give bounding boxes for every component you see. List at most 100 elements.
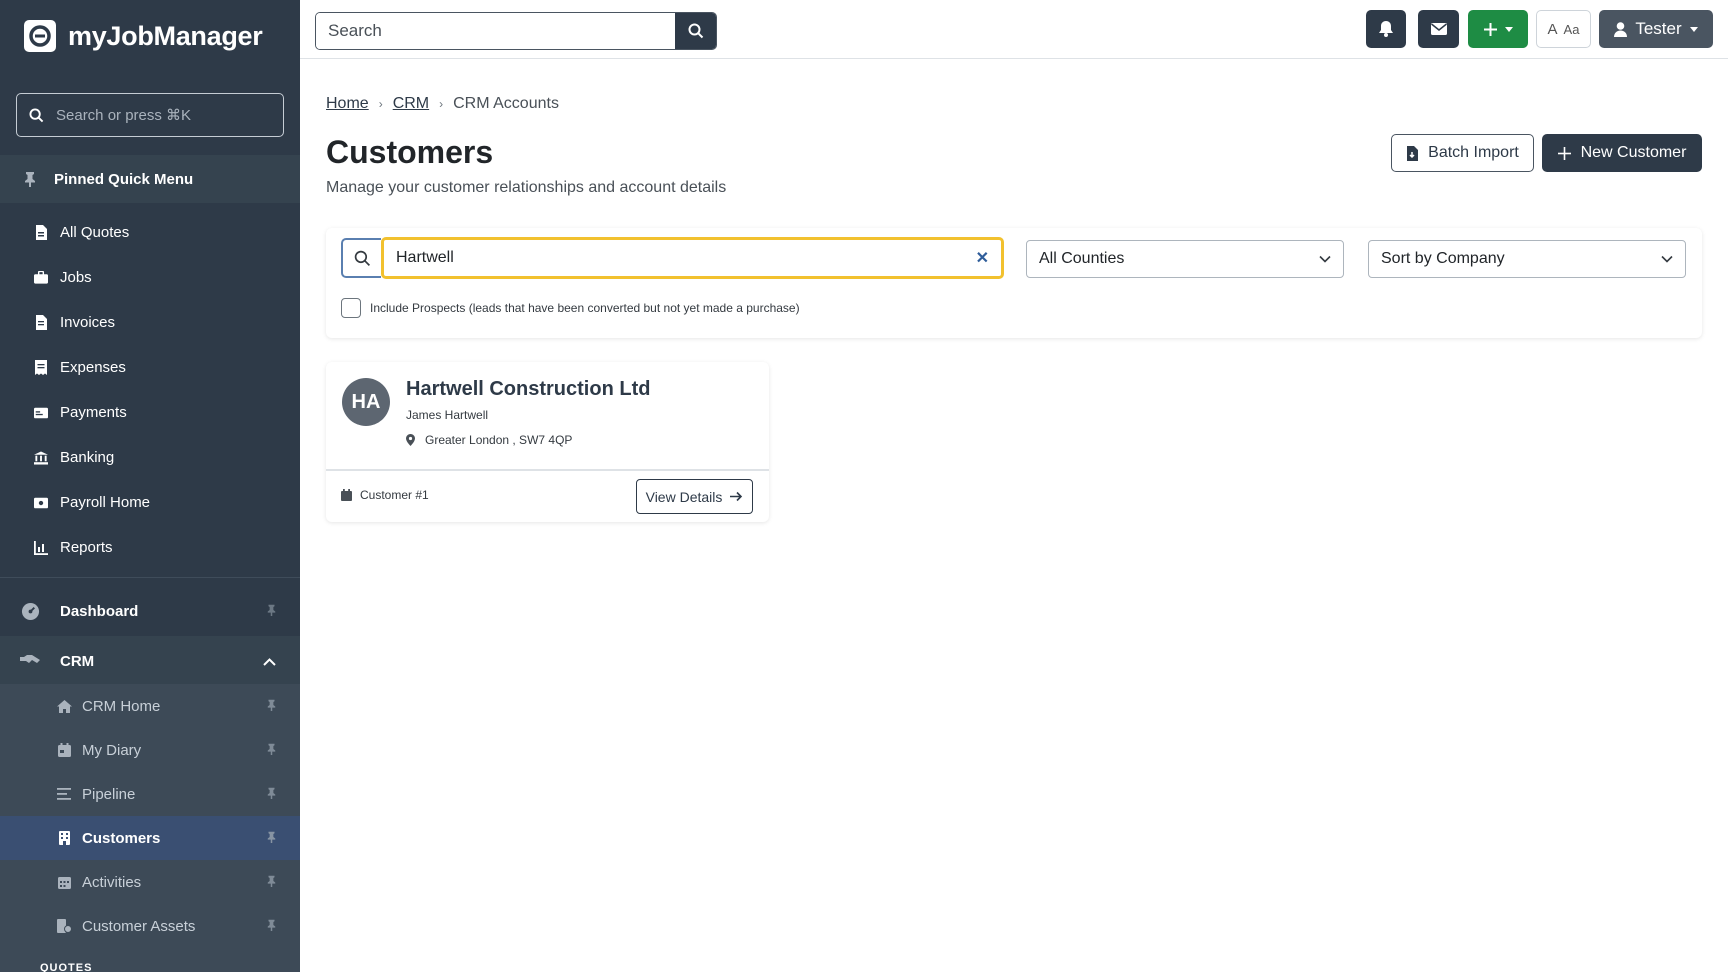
- batch-import-button[interactable]: Batch Import: [1391, 134, 1534, 172]
- nav-dashboard[interactable]: Dashboard: [0, 586, 300, 636]
- quick-item-label: Reports: [60, 539, 113, 556]
- sub-item-label: Customers: [82, 829, 161, 847]
- bell-icon: [1379, 21, 1393, 37]
- calendar-icon: [56, 743, 72, 757]
- dashboard-icon: [20, 602, 40, 621]
- chevron-up-icon[interactable]: [263, 653, 276, 670]
- notifications-button[interactable]: [1366, 10, 1406, 48]
- page-subtitle: Manage your customer relationships and a…: [326, 179, 727, 196]
- chevron-right-icon: ›: [439, 97, 444, 111]
- file-icon: [34, 225, 48, 240]
- pin-icon[interactable]: [267, 918, 276, 935]
- include-prospects[interactable]: Include Prospects (leads that have been …: [341, 298, 800, 318]
- map-pin-icon: [406, 434, 415, 446]
- pin-icon[interactable]: [267, 874, 276, 891]
- quick-item-all-quotes[interactable]: All Quotes: [0, 210, 300, 255]
- customer-search-input[interactable]: [396, 249, 976, 267]
- topbar: A Aa Tester: [300, 0, 1728, 59]
- sidebar: myJobManager Search or press ⌘K Pinned Q…: [0, 0, 300, 972]
- sidebar-item-my-diary[interactable]: My Diary: [0, 728, 300, 772]
- quick-item-invoices[interactable]: Invoices: [0, 300, 300, 345]
- customer-contact-name: James Hartwell: [406, 408, 489, 422]
- view-details-label: View Details: [645, 488, 723, 505]
- quick-item-label: Expenses: [60, 359, 126, 376]
- customer-number-text: Customer #1: [360, 488, 429, 502]
- global-search: [315, 12, 717, 50]
- invoice-icon: [34, 315, 48, 330]
- pin-icon[interactable]: [267, 742, 276, 759]
- brand[interactable]: myJobManager: [24, 20, 263, 52]
- quick-item-banking[interactable]: Banking: [0, 435, 300, 480]
- handshake-icon: [20, 654, 40, 668]
- customer-company-name[interactable]: Hartwell Construction Ltd: [406, 378, 650, 401]
- customer-location-text: Greater London , SW7 4QP: [425, 433, 573, 447]
- home-icon: [56, 699, 72, 713]
- list-icon: [56, 788, 72, 800]
- briefcase-icon: [34, 271, 48, 284]
- logo-icon: [24, 20, 56, 52]
- sidebar-item-crm-home[interactable]: CRM Home: [0, 684, 300, 728]
- sidebar-item-customer-assets[interactable]: Customer Assets: [0, 904, 300, 948]
- quick-item-reports[interactable]: Reports: [0, 525, 300, 570]
- quick-item-jobs[interactable]: Jobs: [0, 255, 300, 300]
- chart-icon: [34, 540, 48, 555]
- sidebar-search[interactable]: Search or press ⌘K: [16, 93, 284, 137]
- quick-menu-list: All Quotes Jobs Invoices Expenses Paymen…: [0, 210, 300, 570]
- quick-item-label: Jobs: [60, 269, 92, 286]
- chevron-right-icon: ›: [378, 97, 383, 111]
- building-icon: [56, 831, 72, 845]
- customer-number: Customer #1: [341, 488, 429, 502]
- sidebar-item-customers[interactable]: Customers: [0, 816, 300, 860]
- quick-item-label: Banking: [60, 449, 115, 466]
- sub-item-label: Pipeline: [82, 785, 136, 803]
- quick-item-payroll-home[interactable]: Payroll Home: [0, 480, 300, 525]
- county-filter-value: All Counties: [1039, 250, 1125, 267]
- sidebar-item-pipeline[interactable]: Pipeline: [0, 772, 300, 816]
- calendar-grid-icon: [56, 875, 72, 889]
- pinned-quick-menu[interactable]: Pinned Quick Menu: [0, 155, 300, 203]
- assets-icon: [56, 919, 72, 933]
- pin-icon[interactable]: [267, 830, 276, 847]
- sub-item-label: CRM Home: [82, 697, 161, 715]
- plus-icon: [1557, 146, 1571, 160]
- pin-icon[interactable]: [267, 603, 276, 620]
- customer-card: HA Hartwell Construction Ltd James Hartw…: [326, 362, 769, 522]
- county-filter-select[interactable]: All Counties: [1026, 240, 1344, 278]
- batch-import-label: Batch Import: [1428, 144, 1519, 161]
- new-customer-button[interactable]: New Customer: [1542, 134, 1702, 172]
- avatar: HA: [342, 378, 390, 426]
- nav-crm[interactable]: CRM: [0, 636, 300, 686]
- font-size-icon: A: [1547, 20, 1558, 38]
- envelope-icon: [1430, 23, 1447, 35]
- pin-icon: [25, 172, 35, 187]
- receipt-icon: [34, 360, 48, 375]
- customer-search-field: ✕: [381, 237, 1004, 279]
- page-title: Customers: [326, 134, 494, 170]
- pin-icon[interactable]: [267, 698, 276, 715]
- font-size-toggle[interactable]: A Aa: [1536, 10, 1591, 48]
- quick-add-button[interactable]: [1468, 10, 1528, 48]
- customer-search: ✕: [341, 237, 1004, 280]
- user-menu-button[interactable]: Tester: [1599, 10, 1713, 48]
- plus-icon: [1483, 22, 1497, 36]
- sort-select[interactable]: Sort by Company: [1368, 240, 1686, 278]
- pin-icon[interactable]: [267, 786, 276, 803]
- clear-search-icon[interactable]: ✕: [976, 248, 989, 268]
- sidebar-item-activities[interactable]: Activities: [0, 860, 300, 904]
- quick-item-label: Invoices: [60, 314, 116, 331]
- quick-item-expenses[interactable]: Expenses: [0, 345, 300, 390]
- messages-button[interactable]: [1418, 10, 1459, 48]
- include-prospects-checkbox[interactable]: [341, 298, 361, 318]
- chevron-down-icon: [1319, 255, 1331, 263]
- global-search-input[interactable]: [316, 13, 675, 49]
- search-icon: [341, 238, 381, 278]
- quick-item-payments[interactable]: Payments: [0, 390, 300, 435]
- breadcrumb-home[interactable]: Home: [326, 95, 369, 113]
- sub-item-label: My Diary: [82, 741, 142, 759]
- breadcrumb-crm[interactable]: CRM: [393, 95, 429, 113]
- new-customer-label: New Customer: [1580, 144, 1687, 161]
- sub-item-label: Activities: [82, 873, 142, 891]
- view-details-button[interactable]: View Details: [636, 479, 753, 514]
- global-search-button[interactable]: [675, 13, 716, 49]
- quick-item-label: Payroll Home: [60, 494, 151, 511]
